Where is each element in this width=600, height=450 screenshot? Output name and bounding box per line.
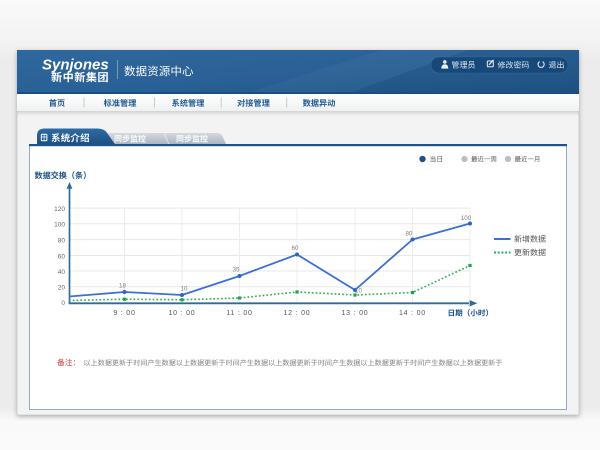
svg-text:10: 10 [181, 286, 188, 293]
svg-text:80: 80 [58, 238, 66, 245]
svg-text:10: 10 [355, 288, 362, 295]
svg-text:40: 40 [58, 269, 66, 276]
svg-text:35: 35 [233, 266, 240, 273]
svg-text:18: 18 [119, 282, 126, 289]
svg-text:9 : 00: 9 : 00 [113, 310, 135, 317]
svg-text:0: 0 [61, 300, 65, 307]
svg-text:12 : 00: 12 : 00 [283, 310, 310, 317]
svg-text:14 : 00: 14 : 00 [399, 310, 426, 317]
svg-text:Synjones: Synjones [42, 57, 109, 74]
svg-text:100: 100 [54, 222, 65, 229]
svg-text:60: 60 [292, 245, 299, 252]
svg-text:80: 80 [406, 230, 413, 237]
svg-text:10 : 00: 10 : 00 [168, 310, 195, 317]
svg-text:20: 20 [58, 285, 66, 292]
svg-text:100: 100 [461, 215, 472, 222]
svg-text:60: 60 [58, 253, 66, 260]
svg-text:120: 120 [54, 206, 65, 213]
svg-text:11 : 00: 11 : 00 [226, 310, 253, 317]
svg-text:13 : 00: 13 : 00 [341, 310, 368, 317]
